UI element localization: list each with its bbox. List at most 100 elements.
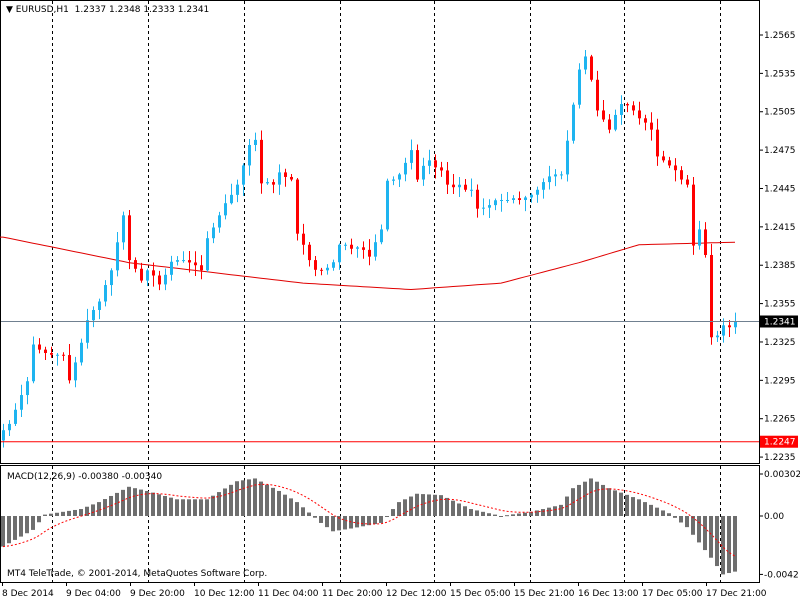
macd-histogram-bar: [661, 510, 665, 516]
macd-histogram-bar: [253, 478, 257, 516]
bear-candle: [644, 118, 647, 123]
price-tick-label: 1.2355: [764, 300, 796, 310]
macd-histogram-bar: [199, 499, 203, 516]
macd-histogram-bar: [727, 516, 731, 574]
bull-candle: [14, 409, 17, 424]
macd-histogram-bar: [271, 487, 275, 516]
bull-candle: [530, 194, 533, 198]
price-tick-label: 1.2475: [764, 146, 796, 156]
bear-candle: [134, 260, 137, 269]
bull-candle: [146, 270, 149, 281]
macd-histogram-bar: [391, 509, 395, 516]
bull-candle: [488, 205, 491, 208]
bear-candle: [158, 275, 161, 285]
macd-histogram-bar: [553, 506, 557, 516]
bull-candle: [512, 198, 515, 200]
bull-candle: [494, 200, 497, 206]
bull-candle: [506, 199, 509, 201]
bear-candle: [284, 172, 287, 177]
bear-candle: [290, 176, 293, 180]
time-label: 15 Dec 21:00: [514, 589, 575, 599]
price-chart[interactable]: 1.2565 1.2535 1.2505 1.2475 1.2445 1.2415 1.23…: [0, 0, 800, 600]
bear-candle: [464, 184, 467, 190]
time-label: 17 Dec 21:00: [706, 589, 767, 599]
bull-candle: [116, 242, 119, 271]
bear-candle: [140, 268, 143, 281]
macd-title: MACD(12,26,9) -0.00380 -0.00340: [7, 472, 163, 482]
macd-histogram-bar: [169, 497, 173, 516]
bull-candle: [356, 247, 359, 249]
macd-histogram-bar: [175, 499, 179, 516]
bear-candle: [128, 215, 131, 261]
macd-histogram-bar: [541, 509, 545, 516]
macd-histogram-bar: [607, 488, 611, 516]
bull-candle: [182, 260, 185, 262]
bull-candle: [20, 395, 23, 410]
macd-histogram-bar: [79, 509, 83, 516]
macd-histogram-bar: [295, 502, 299, 516]
price-tick-label: 1.2295: [764, 376, 796, 386]
bear-candle: [152, 270, 155, 276]
bull-candle: [242, 165, 245, 185]
bull-candle: [470, 189, 473, 191]
bull-candle: [122, 215, 125, 243]
bull-candle: [92, 309, 95, 321]
macd-histogram-bar: [259, 481, 263, 516]
macd-histogram-bar: [589, 478, 593, 516]
macd-histogram-bar: [697, 516, 701, 543]
bull-candle: [230, 194, 233, 204]
macd-histogram-bar: [733, 516, 737, 572]
macd-frame: [0, 465, 760, 583]
time-label: 11 Dec 04:00: [258, 589, 319, 599]
bear-candle: [590, 56, 593, 80]
macd-histogram-bar: [151, 492, 155, 516]
bull-candle: [620, 104, 623, 115]
bear-candle: [416, 150, 419, 180]
macd-histogram-bar: [139, 489, 143, 516]
macd-tick-label: 0.00: [764, 512, 784, 522]
macd-histogram-bar: [91, 504, 95, 516]
macd-histogram-bar: [55, 512, 59, 516]
macd-histogram-bar: [619, 492, 623, 516]
bull-candle: [614, 114, 617, 130]
macd-histogram-bar: [73, 509, 77, 516]
bull-candle: [374, 242, 377, 257]
macd-histogram-bar: [43, 514, 47, 516]
bear-candle: [602, 110, 605, 120]
bear-candle: [308, 244, 311, 261]
macd-histogram-bar: [397, 502, 401, 516]
bull-candle: [344, 244, 347, 246]
macd-histogram-bar: [157, 494, 161, 516]
macd-histogram-bar: [289, 498, 293, 516]
price-tick-label: 1.2535: [764, 69, 796, 79]
macd-histogram-bar: [283, 494, 287, 516]
macd-histogram-bar: [145, 490, 149, 516]
macd-histogram-bar: [31, 516, 35, 530]
macd-histogram-bar: [421, 494, 425, 516]
macd-histogram-bar: [475, 510, 479, 516]
bear-candle: [434, 160, 437, 168]
macd-histogram-bar: [229, 484, 233, 516]
bear-candle: [632, 105, 635, 111]
macd-histogram-bar: [685, 516, 689, 528]
macd-histogram-bar: [427, 494, 431, 516]
bull-candle: [236, 184, 239, 195]
macd-histogram-bar: [445, 497, 449, 516]
bull-candle: [176, 260, 179, 262]
bull-candle: [566, 140, 569, 175]
bull-candle: [380, 229, 383, 243]
macd-histogram-bar: [19, 516, 23, 537]
macd-histogram-bar: [643, 502, 647, 516]
bull-candle: [218, 215, 221, 228]
bull-candle: [56, 354, 59, 356]
bull-candle: [86, 320, 89, 343]
macd-histogram-bar: [181, 499, 185, 516]
macd-histogram-bar: [247, 479, 251, 516]
bull-candle: [164, 274, 167, 285]
macd-histogram-bar: [637, 499, 641, 516]
bear-candle: [626, 104, 629, 106]
bear-candle: [440, 167, 443, 171]
bear-candle: [476, 189, 479, 209]
macd-histogram-bar: [463, 506, 467, 516]
macd-histogram-bar: [7, 516, 11, 544]
